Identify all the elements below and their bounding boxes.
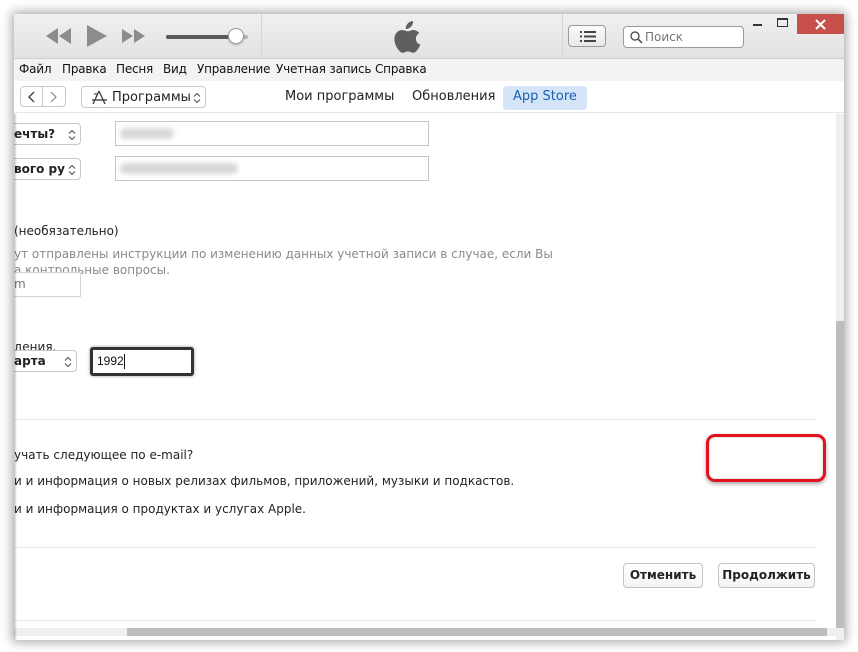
resize-grip[interactable]: [836, 628, 844, 640]
rescue-email-help-1: ут отправлены инструкции по изменению да…: [14, 247, 553, 261]
list-icon: [580, 31, 596, 42]
up-down-chevron-icon: [64, 356, 72, 368]
tab-updates[interactable]: Обновления: [402, 86, 505, 110]
app-store-icon: [92, 90, 107, 105]
up-down-chevron-icon: [193, 92, 201, 104]
up-down-chevron-icon: [68, 129, 76, 141]
account-form: ечты? вого ру (необязательно) ут отправл…: [14, 114, 836, 628]
tab-app-store[interactable]: App Store: [503, 86, 587, 110]
rescue-email-input[interactable]: [14, 277, 76, 291]
blurred-answer: [120, 163, 238, 174]
rescue-email-label: (необязательно): [14, 224, 119, 238]
section-divider: [14, 620, 816, 621]
rescue-email-field[interactable]: [14, 272, 81, 297]
volume-knob[interactable]: [227, 28, 244, 44]
section-divider: [14, 547, 816, 548]
search-icon: [630, 31, 643, 44]
menu-controls[interactable]: Управление: [197, 62, 270, 76]
back-button[interactable]: [20, 86, 43, 107]
section-divider: [14, 419, 816, 420]
horizontal-scrollbar[interactable]: [14, 628, 836, 636]
playback-controls: [14, 14, 262, 59]
security-question-2-label: вого ру: [14, 162, 65, 176]
player-bar: [14, 14, 844, 59]
forward-button[interactable]: [43, 86, 66, 107]
media-kind-select[interactable]: Программы: [81, 86, 206, 108]
media-kind-label: Программы: [112, 90, 191, 105]
close-button[interactable]: [797, 14, 844, 34]
menu-edit[interactable]: Правка: [62, 62, 107, 76]
newsletter-option-apple[interactable]: и и информация о продуктах и услугах App…: [14, 502, 306, 516]
apple-logo-icon: [394, 21, 422, 57]
tab-my-apps[interactable]: Мои программы: [275, 86, 404, 110]
birth-month-select[interactable]: арта: [14, 350, 77, 372]
birth-month-label: арта: [14, 354, 46, 368]
volume-fill: [166, 35, 236, 39]
birth-year-input[interactable]: [97, 354, 187, 368]
newsletter-option-releases[interactable]: и и информация о новых релизах фильмов, …: [14, 474, 514, 488]
left-edge-shadow: [14, 114, 17, 640]
text-cursor: [124, 354, 125, 369]
newsletter-question: учать следующее по e-mail?: [14, 448, 194, 462]
menu-file[interactable]: Файл: [19, 62, 52, 76]
blurred-answer: [120, 128, 174, 139]
rewind-icon[interactable]: [46, 28, 72, 44]
security-answer-2-field[interactable]: [115, 156, 429, 181]
navigation-bar: Программы Мои программы Обновления App S…: [14, 81, 844, 113]
menu-song[interactable]: Песня: [116, 62, 153, 76]
minimize-button[interactable]: [744, 14, 770, 34]
maximize-icon: [777, 18, 788, 27]
birth-year-field[interactable]: [90, 347, 194, 376]
fast-forward-icon[interactable]: [122, 29, 146, 43]
close-icon: [815, 19, 826, 30]
itunes-window: Файл Правка Песня Вид Управление Учетная…: [14, 14, 844, 640]
vertical-scrollbar-thumb[interactable]: [836, 321, 844, 628]
chevron-right-icon: [50, 91, 57, 103]
minimize-icon: [753, 24, 762, 26]
horizontal-scrollbar-thumb[interactable]: [127, 628, 827, 636]
menu-account[interactable]: Учетная запись: [276, 62, 371, 76]
chevron-left-icon: [28, 91, 35, 103]
list-view-button[interactable]: [568, 25, 606, 47]
security-question-2-select[interactable]: вого ру: [14, 158, 81, 180]
cancel-button[interactable]: Отменить: [623, 563, 703, 588]
play-icon[interactable]: [87, 25, 107, 47]
continue-button-highlight: [706, 434, 826, 482]
menu-bar: Файл Правка Песня Вид Управление Учетная…: [14, 59, 844, 81]
security-question-1-select[interactable]: ечты?: [14, 123, 81, 145]
vertical-scrollbar[interactable]: [836, 114, 844, 628]
maximize-button[interactable]: [770, 14, 796, 34]
menu-help[interactable]: Справка: [375, 62, 427, 76]
security-question-1-label: ечты?: [14, 127, 56, 141]
up-down-chevron-icon: [68, 164, 76, 176]
continue-button[interactable]: Продолжить: [718, 563, 815, 588]
search-input[interactable]: [645, 29, 741, 45]
search-box[interactable]: [623, 26, 744, 48]
volume-slider[interactable]: [166, 28, 248, 44]
menu-view[interactable]: Вид: [163, 62, 187, 76]
security-answer-1-field[interactable]: [115, 121, 429, 146]
